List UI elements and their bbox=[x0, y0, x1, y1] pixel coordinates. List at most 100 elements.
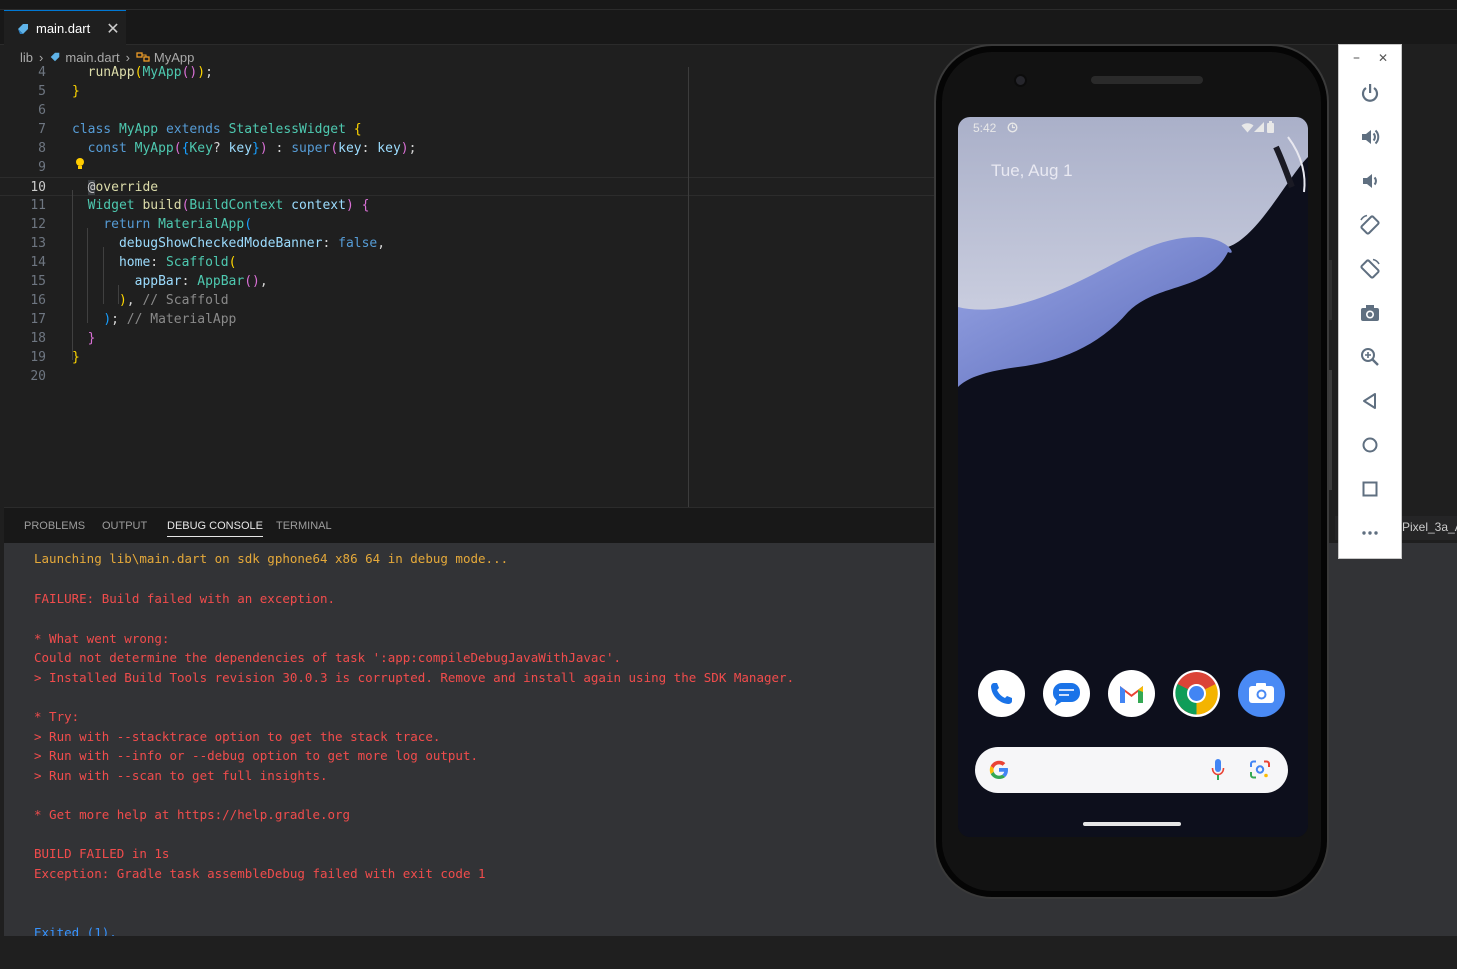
rotate-right-icon[interactable] bbox=[1357, 256, 1383, 282]
console-line: > Installed Build Tools revision 30.0.3 … bbox=[34, 670, 795, 685]
code-line[interactable]: 14 home: Scaffold( bbox=[0, 253, 935, 272]
indent-guide bbox=[72, 190, 73, 360]
code-line[interactable]: 7 class MyApp extends StatelessWidget { bbox=[0, 120, 935, 139]
console-line: * Get more help at https://help.gradle.o… bbox=[34, 807, 351, 822]
editor-background bbox=[1402, 44, 1457, 516]
code-line[interactable]: 15 appBar: AppBar(), bbox=[0, 272, 935, 291]
code-line[interactable]: 13 debugShowCheckedModeBanner: false, bbox=[0, 234, 935, 253]
minimize-button[interactable]: – bbox=[1353, 50, 1360, 66]
code-token: ( bbox=[173, 141, 182, 156]
editor-ruler bbox=[688, 67, 689, 507]
camera-icon[interactable] bbox=[1357, 300, 1383, 326]
code-token: , bbox=[126, 293, 143, 308]
scrollbar-track bbox=[1329, 260, 1332, 320]
volume-down-icon[interactable] bbox=[1357, 168, 1383, 194]
code-token: Key bbox=[189, 141, 213, 156]
code-line[interactable]: 18 } bbox=[0, 329, 935, 348]
code-line[interactable]: 19} bbox=[0, 348, 935, 367]
dart-file-icon bbox=[51, 52, 60, 62]
code-line[interactable]: 8 const MyApp({Key? key}) : super(key: k… bbox=[0, 139, 935, 158]
code-token: MyApp bbox=[134, 141, 174, 156]
code-line[interactable]: 16 ), // Scaffold bbox=[0, 291, 935, 310]
sync-status-icon bbox=[1007, 122, 1018, 133]
code-token: ) bbox=[259, 141, 268, 156]
indent-guide bbox=[103, 247, 104, 304]
lockscreen-date: Tue, Aug 1 bbox=[991, 161, 1073, 180]
tab-terminal[interactable]: TERMINAL bbox=[276, 520, 332, 532]
indent-guide bbox=[118, 285, 119, 304]
phone-app-icon[interactable] bbox=[978, 670, 1025, 717]
code-line[interactable]: 20 bbox=[0, 367, 935, 386]
code-line[interactable]: 12 return MaterialApp( bbox=[0, 215, 935, 234]
code-token: // Scaffold bbox=[142, 293, 229, 308]
code-text: debugShowCheckedModeBanner: false, bbox=[72, 234, 385, 253]
tab-problems[interactable]: PROBLEMS bbox=[24, 520, 85, 532]
code-token: runApp bbox=[87, 65, 135, 80]
close-tab-icon[interactable]: ✕ bbox=[106, 19, 119, 39]
code-line[interactable]: 6 bbox=[0, 101, 935, 120]
code-token: MyApp bbox=[118, 122, 166, 137]
code-line[interactable]: 9 bbox=[0, 158, 935, 177]
code-line[interactable]: 10 @override bbox=[0, 177, 935, 196]
code-token: () bbox=[181, 65, 198, 80]
tab-output[interactable]: OUTPUT bbox=[102, 520, 147, 532]
overview-icon[interactable] bbox=[1357, 476, 1383, 502]
wallpaper bbox=[958, 117, 1308, 837]
code-line[interactable]: 4 runApp(MyApp()); bbox=[0, 63, 935, 82]
panel-bottom bbox=[4, 936, 1457, 969]
code-token: } bbox=[87, 331, 96, 346]
google-lens-icon[interactable] bbox=[1249, 760, 1271, 780]
code-editor[interactable]: 4 runApp(MyApp()); 5} 6 7 class MyApp extend… bbox=[0, 63, 935, 503]
code-line[interactable]: 11 Widget build(BuildContext context) { bbox=[0, 196, 935, 215]
emulator-toolbar: – ✕ bbox=[1338, 44, 1402, 559]
tab-main-dart[interactable]: main.dart ✕ bbox=[4, 10, 126, 46]
console-line: > Run with --scan to get full insights. bbox=[34, 768, 328, 783]
code-token: ) bbox=[400, 141, 409, 156]
code-token: appBar bbox=[134, 274, 182, 289]
code-text: home: Scaffold( bbox=[72, 253, 236, 272]
power-icon[interactable] bbox=[1357, 80, 1383, 106]
code-token: ) bbox=[118, 293, 127, 308]
code-token: ; bbox=[408, 141, 417, 156]
code-line[interactable]: 5} bbox=[0, 82, 935, 101]
lightbulb-icon[interactable] bbox=[75, 157, 85, 171]
class-symbol-icon bbox=[136, 52, 150, 62]
camera-app-icon[interactable] bbox=[1238, 670, 1285, 717]
line-number: 7 bbox=[38, 122, 46, 137]
code-token: BuildContext bbox=[189, 198, 292, 213]
rotate-left-icon[interactable] bbox=[1357, 212, 1383, 238]
console-line: * What went wrong: bbox=[34, 631, 170, 646]
line-number: 6 bbox=[38, 103, 46, 118]
code-token: false bbox=[338, 236, 378, 251]
code-line[interactable]: 17 ); // MaterialApp bbox=[0, 310, 935, 329]
line-number: 16 bbox=[30, 293, 46, 308]
gesture-nav-handle[interactable] bbox=[1083, 822, 1181, 826]
line-number: 14 bbox=[30, 255, 46, 270]
gmail-app-icon[interactable] bbox=[1108, 670, 1155, 717]
code-token: ; bbox=[205, 65, 213, 80]
zoom-icon[interactable] bbox=[1357, 344, 1383, 370]
chrome-app-icon[interactable] bbox=[1173, 670, 1220, 717]
scrollbar-thumb[interactable] bbox=[1329, 370, 1332, 490]
messages-app-icon[interactable] bbox=[1043, 670, 1090, 717]
home-icon[interactable] bbox=[1357, 432, 1383, 458]
close-button[interactable]: ✕ bbox=[1378, 51, 1388, 65]
code-token: class bbox=[72, 122, 119, 137]
device-tab-label[interactable]: Pixel_3a_A bbox=[1402, 516, 1457, 540]
microphone-icon[interactable] bbox=[1211, 758, 1225, 782]
code-token: context bbox=[291, 198, 346, 213]
title-strip bbox=[0, 0, 1457, 10]
volume-up-icon[interactable] bbox=[1357, 124, 1383, 150]
code-token: ) bbox=[197, 65, 206, 80]
wifi-icon bbox=[1241, 123, 1254, 133]
code-token: MaterialApp bbox=[158, 217, 245, 232]
emulator-screen[interactable]: 5:42 Tue, Aug 1 bbox=[958, 117, 1308, 837]
code-text: } bbox=[72, 329, 96, 348]
tab-debug-console[interactable]: DEBUG CONSOLE bbox=[167, 520, 263, 537]
more-icon[interactable] bbox=[1357, 520, 1383, 546]
back-icon[interactable] bbox=[1357, 388, 1383, 414]
code-token: MyApp bbox=[142, 65, 182, 80]
google-search-bar[interactable] bbox=[975, 747, 1288, 793]
